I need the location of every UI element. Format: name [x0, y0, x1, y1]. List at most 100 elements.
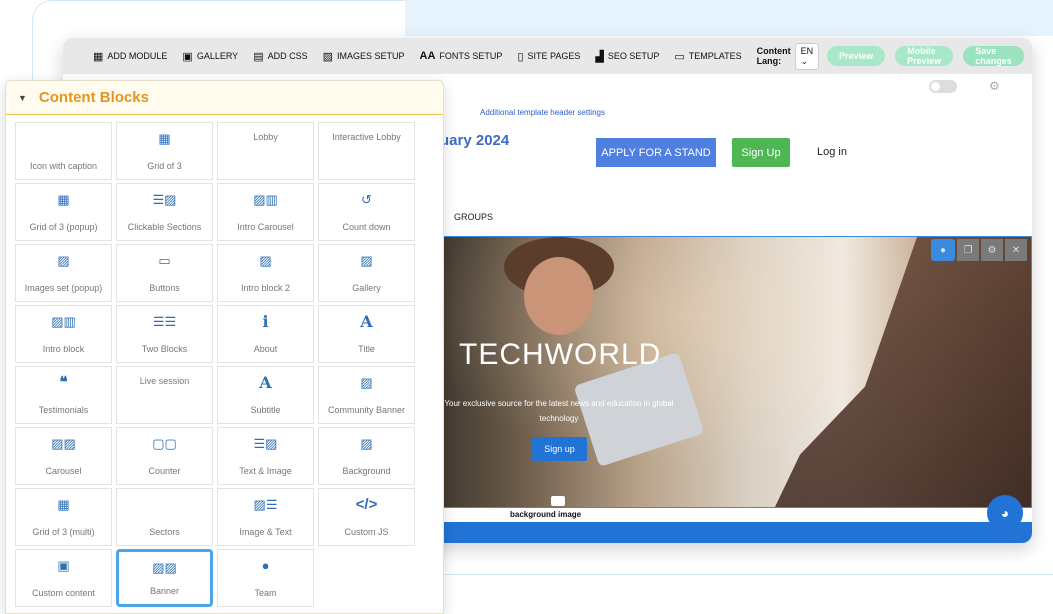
content-block-lobby[interactable]: Lobby: [217, 122, 314, 180]
content-block-intro-block-2[interactable]: ▨ Intro block 2: [217, 244, 314, 302]
grid-icon: ▦: [93, 50, 104, 63]
gear-icon[interactable]: ⚙: [981, 239, 1003, 261]
content-block-label: Team: [254, 588, 277, 598]
add-css-button[interactable]: ▤ ADD CSS: [253, 50, 307, 63]
content-block-grid-of-3-multi[interactable]: ▦ Grid of 3 (multi): [15, 488, 112, 546]
image-icon: ▨: [360, 375, 373, 390]
content-block-label: Grid of 3 (popup): [29, 222, 98, 232]
content-block-count-down[interactable]: ↺ Count down: [318, 183, 415, 241]
content-block-live-session[interactable]: Live session: [116, 366, 213, 424]
content-block-text-image[interactable]: ☰▨ Text & Image: [217, 427, 314, 485]
content-lang-select[interactable]: EN ⌄: [794, 42, 820, 70]
mobile-preview-button[interactable]: Mobile Preview: [895, 46, 954, 66]
code-icon: </>: [355, 496, 378, 513]
content-block-background[interactable]: ▨ Background: [318, 427, 415, 485]
content-block-label: Carousel: [45, 466, 82, 476]
content-block-grid-of-3-popup[interactable]: ▦ Grid of 3 (popup): [15, 183, 112, 241]
content-block-title[interactable]: A Title: [318, 305, 415, 363]
content-block-subtitle[interactable]: A Subtitle: [217, 366, 314, 424]
hero-title: TECHWORLD: [459, 338, 662, 371]
content-block-buttons[interactable]: ▭ Buttons: [116, 244, 213, 302]
grid-icon: ▦: [57, 192, 70, 207]
content-block-label: Sectors: [149, 527, 180, 537]
grid-icon: ▦: [158, 131, 171, 146]
templates-button[interactable]: ▭ TEMPLATES: [674, 50, 741, 63]
preview-button[interactable]: Preview: [827, 46, 886, 66]
caret-down-icon: ▼: [18, 92, 27, 103]
content-block-label: Grid of 3 (multi): [32, 527, 95, 537]
grid-icon: ▦: [57, 497, 70, 512]
content-block-gallery[interactable]: ▨ Gallery: [318, 244, 415, 302]
content-block-custom-js[interactable]: </> Custom JS: [318, 488, 415, 546]
content-block-label: About: [253, 344, 278, 354]
content-block-label: Intro block 2: [240, 283, 291, 293]
content-block-team[interactable]: ● Team: [217, 549, 314, 607]
site-pages-button[interactable]: ▯ SITE PAGES: [517, 50, 580, 63]
chatbot-icon[interactable]: ◕: [987, 495, 1023, 531]
content-block-two-blocks[interactable]: ☰☰ Two Blocks: [116, 305, 213, 363]
double-image-icon: ▨▨: [51, 436, 76, 451]
fonts-icon: Aa: [419, 50, 436, 62]
page-icon: ▯: [517, 50, 524, 63]
content-block-images-set-popup[interactable]: ▨ Images set (popup): [15, 244, 112, 302]
content-block-grid-of-3[interactable]: ▦ Grid of 3: [116, 122, 213, 180]
hero-photo-face: [524, 257, 594, 335]
hero-banner[interactable]: [403, 236, 1032, 508]
content-block-icon-with-caption[interactable]: Icon with caption: [15, 122, 112, 180]
content-block-sectors[interactable]: Sectors: [116, 488, 213, 546]
gear-icon[interactable]: ⚙: [989, 79, 1000, 93]
visibility-toggle-icon[interactable]: ●: [931, 239, 955, 261]
content-block-banner[interactable]: ▨▨ Banner: [116, 549, 213, 607]
content-block-custom-content[interactable]: ▣ Custom content: [15, 549, 112, 607]
footer-bar: [403, 522, 1032, 543]
content-block-label: Count down: [342, 222, 391, 232]
header-toggle[interactable]: [929, 80, 957, 93]
gallery-button[interactable]: ▣ GALLERY: [182, 50, 238, 63]
content-block-label: Interactive Lobby: [332, 132, 401, 142]
close-icon[interactable]: ✕: [1005, 239, 1027, 261]
content-block-label: Icon with caption: [29, 161, 98, 171]
content-block-image-text[interactable]: ▨☰ Image & Text: [217, 488, 314, 546]
add-module-button[interactable]: ▦ ADD MODULE: [93, 50, 167, 63]
sign-up-button[interactable]: Sign Up: [732, 138, 790, 167]
content-block-interactive-lobby[interactable]: Interactive Lobby: [318, 122, 415, 180]
seo-setup-button[interactable]: ▟ SEO SETUP: [595, 50, 659, 63]
content-block-label: Live session: [139, 376, 190, 386]
letter-a-icon: A: [360, 312, 373, 331]
editor-toolbar: ▦ ADD MODULE ▣ GALLERY ▤ ADD CSS ▨ IMAGES SE…: [63, 38, 1032, 74]
content-block-label: Two Blocks: [141, 344, 188, 354]
content-block-carousel[interactable]: ▨▨ Carousel: [15, 427, 112, 485]
content-blocks-header[interactable]: ▼ Content Blocks: [6, 81, 443, 115]
gallery-icon: ▣: [182, 50, 193, 63]
content-block-community-banner[interactable]: ▨ Community Banner: [318, 366, 415, 424]
log-in-link[interactable]: Log in: [817, 146, 847, 158]
info-icon: i: [262, 312, 269, 331]
background-image-handle[interactable]: [551, 496, 565, 506]
content-block-clickable-sections[interactable]: ☰▨ Clickable Sections: [116, 183, 213, 241]
fonts-setup-button[interactable]: Aa FONTS SETUP: [420, 50, 503, 62]
content-block-intro-block[interactable]: ▨▥ Intro block: [15, 305, 112, 363]
history-icon: ↺: [361, 192, 372, 207]
content-block-label: Intro Carousel: [237, 222, 294, 232]
content-block-label: Text & Image: [239, 466, 292, 476]
chevron-down-icon: ⌄: [800, 55, 809, 66]
content-block-label: Banner: [149, 586, 180, 596]
content-block-about[interactable]: i About: [217, 305, 314, 363]
hero-sign-up-button[interactable]: Sign up: [532, 437, 587, 461]
save-changes-button[interactable]: Save changes: [963, 46, 1024, 66]
content-block-testimonials[interactable]: ❝ Testimonials: [15, 366, 112, 424]
images-setup-button[interactable]: ▨ IMAGES SETUP: [323, 50, 405, 63]
content-block-counter[interactable]: ▢▢ Counter: [116, 427, 213, 485]
header-settings-link[interactable]: Additional template header settings: [480, 108, 605, 117]
event-title: uary 2024: [440, 132, 510, 149]
content-block-label: Lobby: [253, 132, 278, 142]
quote-icon: ❝: [59, 374, 68, 391]
image-text-icon: ▨☰: [253, 497, 278, 512]
content-block-intro-carousel[interactable]: ▨▥ Intro Carousel: [217, 183, 314, 241]
content-block-label: Image & Text: [239, 527, 292, 537]
content-block-label: Buttons: [149, 283, 180, 293]
nav-groups[interactable]: GROUPS: [454, 212, 493, 222]
content-blocks-panel: ▼ Content Blocks Icon with caption ▦ Grid …: [5, 80, 444, 614]
apply-for-stand-button[interactable]: APPLY FOR A STAND: [596, 138, 716, 167]
copy-icon[interactable]: ❐: [957, 239, 979, 261]
